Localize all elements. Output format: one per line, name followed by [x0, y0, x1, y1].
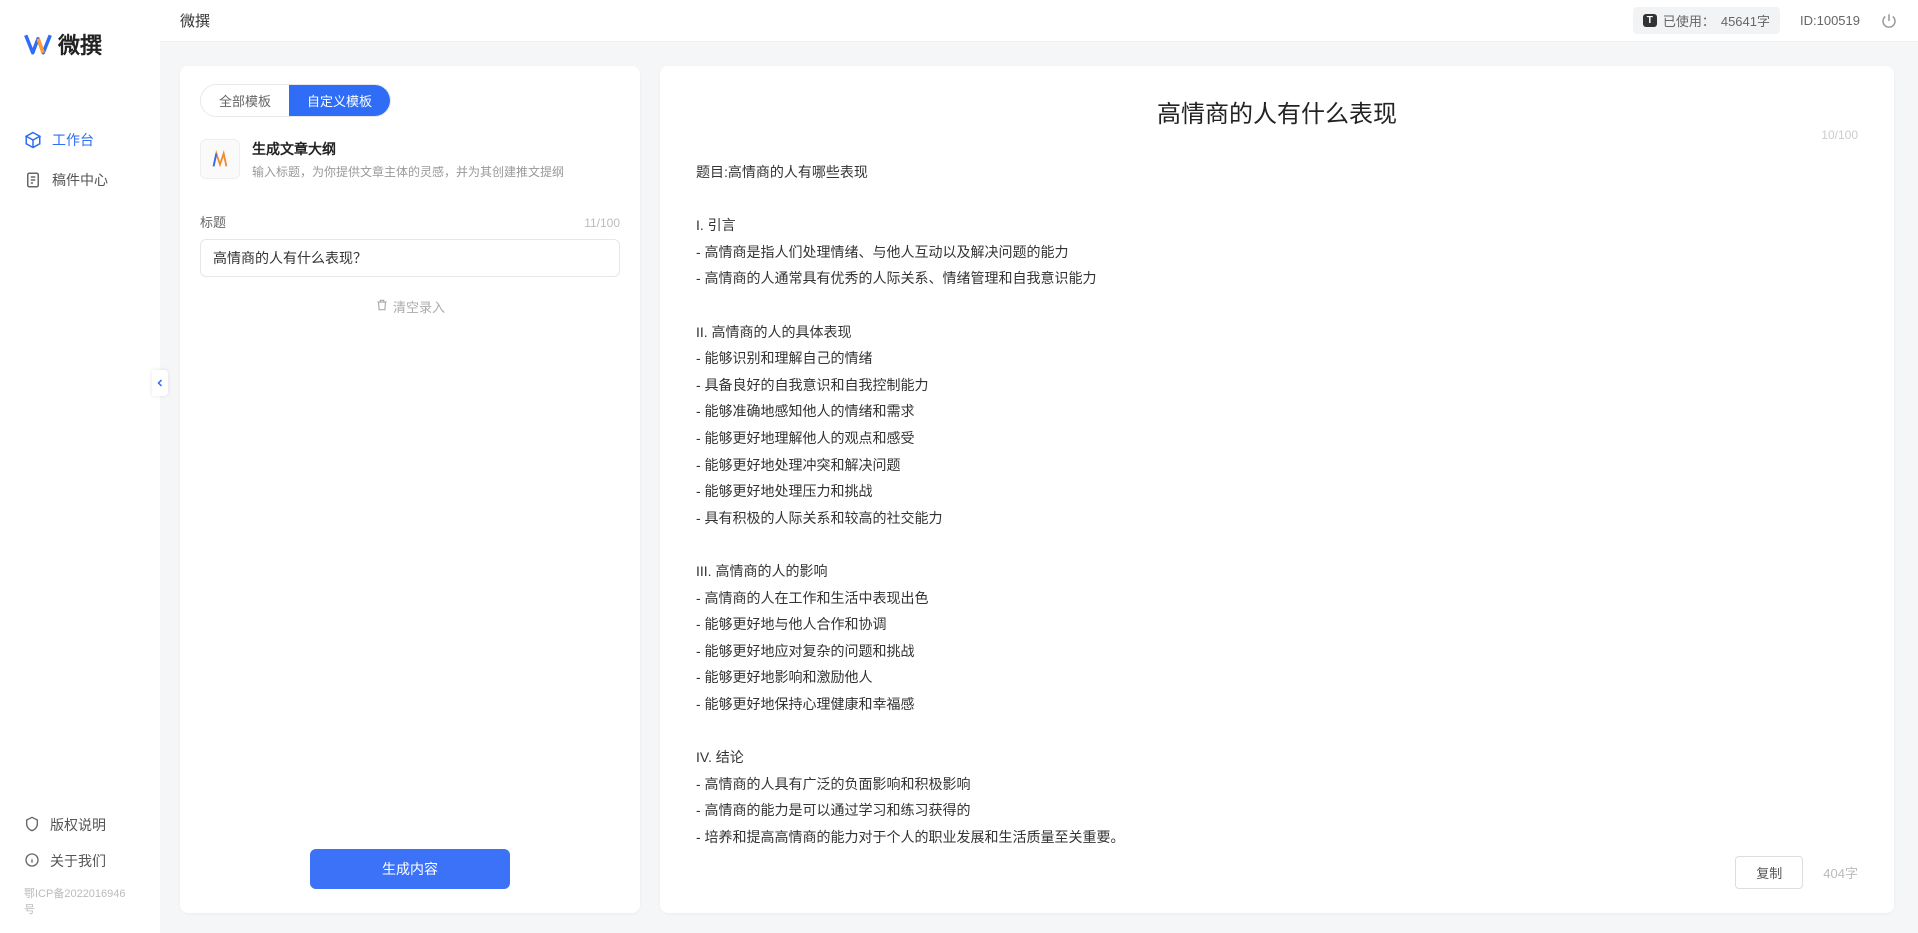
usage-badge: T 已使用： 45641字	[1633, 7, 1780, 34]
nav-item-drafts[interactable]: 稿件中心	[0, 160, 160, 200]
clear-input-button[interactable]: 清空录入	[200, 297, 620, 316]
field-label: 标题	[200, 212, 226, 231]
tab-custom-templates[interactable]: 自定义模板	[289, 85, 390, 116]
shield-icon	[24, 816, 40, 835]
usage-label: 已使用：	[1663, 11, 1715, 30]
usage-value: 45641字	[1721, 11, 1770, 30]
nav-item-copyright[interactable]: 版权说明	[0, 807, 160, 843]
nav-item-about[interactable]: 关于我们	[0, 843, 160, 879]
brand-logo: 微撰	[0, 0, 160, 80]
result-panel: 高情商的人有什么表现 10/100 题目:高情商的人有哪些表现 I. 引言 - …	[660, 66, 1894, 913]
template-card: 生成文章大纲 输入标题，为你提供文章主体的灵感，并为其创建推文提纲	[200, 139, 620, 180]
nav-item-label: 工作台	[52, 130, 94, 150]
result-body: 题目:高情商的人有哪些表现 I. 引言 - 高情商是指人们处理情绪、与他人互动以…	[696, 159, 1858, 850]
copy-button[interactable]: 复制	[1735, 856, 1803, 889]
trash-icon	[375, 298, 389, 315]
result-title: 高情商的人有什么表现	[696, 94, 1858, 129]
workspace: 全部模板 自定义模板 生成文章大纲 输入标题，为你提供文章主体的灵感，并为其创建…	[160, 42, 1918, 933]
info-icon	[24, 852, 40, 871]
result-title-count: 10/100	[1821, 128, 1858, 142]
power-icon[interactable]	[1880, 12, 1898, 30]
text-count-icon: T	[1643, 14, 1657, 27]
nav-item-workbench[interactable]: 工作台	[0, 120, 160, 160]
doc-icon	[24, 171, 42, 189]
primary-nav: 工作台 稿件中心	[0, 80, 160, 807]
main: 微撰 T 已使用： 45641字 ID:100519 全部模板 自定义模板	[160, 0, 1918, 933]
generate-button[interactable]: 生成内容	[310, 849, 510, 889]
nav-item-label: 版权说明	[50, 815, 106, 835]
template-tabs: 全部模板 自定义模板	[200, 84, 391, 117]
title-field: 标题 11/100	[200, 212, 620, 277]
logo-mark-icon	[24, 30, 52, 58]
title-input[interactable]	[200, 239, 620, 277]
template-desc: 输入标题，为你提供文章主体的灵感，并为其创建推文提纲	[252, 163, 620, 180]
input-panel: 全部模板 自定义模板 生成文章大纲 输入标题，为你提供文章主体的灵感，并为其创建…	[180, 66, 640, 913]
sidebar: 微撰 工作台 稿件中心 版权说明	[0, 0, 160, 933]
page-title: 微撰	[180, 10, 210, 31]
cube-icon	[24, 131, 42, 149]
field-char-count: 11/100	[584, 216, 620, 230]
sidebar-bottom: 版权说明 关于我们 鄂ICP备2022016946号	[0, 807, 160, 933]
template-thumb-icon	[200, 139, 240, 179]
clear-label: 清空录入	[393, 297, 445, 316]
topbar: 微撰 T 已使用： 45641字 ID:100519	[160, 0, 1918, 42]
tab-all-templates[interactable]: 全部模板	[201, 85, 289, 116]
sidebar-collapse-button[interactable]	[152, 370, 168, 396]
nav-item-label: 稿件中心	[52, 170, 108, 190]
template-title: 生成文章大纲	[252, 139, 620, 159]
result-word-count: 404字	[1823, 863, 1858, 882]
icp-text: 鄂ICP备2022016946号	[0, 879, 160, 923]
brand-name: 微撰	[58, 28, 102, 60]
nav-item-label: 关于我们	[50, 851, 106, 871]
user-id: ID:100519	[1800, 13, 1860, 28]
